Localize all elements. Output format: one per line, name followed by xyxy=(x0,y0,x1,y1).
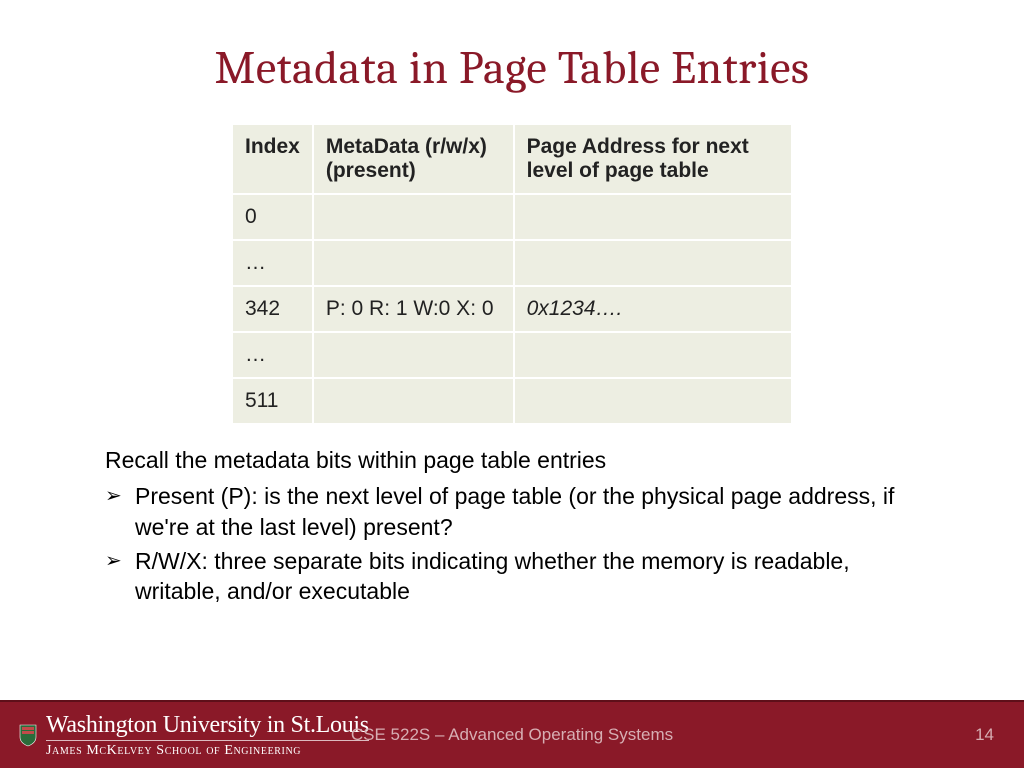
table-row: 511 xyxy=(233,378,791,424)
cell-addr: 0x1234…. xyxy=(514,286,791,332)
table-row: 342 P: 0 R: 1 W:0 X: 0 0x1234…. xyxy=(233,286,791,332)
page-number: 14 xyxy=(975,725,994,745)
bullet-text: R/W/X: three separate bits indicating wh… xyxy=(135,546,905,607)
footer-left: Washington University in St.Louis James … xyxy=(0,713,369,758)
cell-index: … xyxy=(233,332,313,378)
table-row: … xyxy=(233,240,791,286)
cell-addr xyxy=(514,194,791,240)
intro-line: Recall the metadata bits within page tab… xyxy=(105,445,905,475)
university-wordmark: Washington University in St.Louis James … xyxy=(46,713,369,758)
cell-meta xyxy=(313,194,514,240)
col-address: Page Address for next level of page tabl… xyxy=(514,125,791,194)
bullet-item: ➢ Present (P): is the next level of page… xyxy=(105,481,905,542)
cell-meta: P: 0 R: 1 W:0 X: 0 xyxy=(313,286,514,332)
table-header-row: Index MetaData (r/w/x) (present) Page Ad… xyxy=(233,125,791,194)
cell-addr xyxy=(514,332,791,378)
page-table: Index MetaData (r/w/x) (present) Page Ad… xyxy=(233,125,791,425)
cell-addr xyxy=(514,240,791,286)
bullet-item: ➢ R/W/X: three separate bits indicating … xyxy=(105,546,905,607)
cell-meta xyxy=(313,332,514,378)
shield-icon xyxy=(18,723,38,747)
cell-index: 342 xyxy=(233,286,313,332)
cell-index: 511 xyxy=(233,378,313,424)
cell-index: 0 xyxy=(233,194,313,240)
footer: Washington University in St.Louis James … xyxy=(0,700,1024,768)
university-name: Washington University in St.Louis xyxy=(46,713,369,741)
cell-addr xyxy=(514,378,791,424)
chevron-right-icon: ➢ xyxy=(105,546,135,574)
col-index: Index xyxy=(233,125,313,194)
table-row: … xyxy=(233,332,791,378)
table-row: 0 xyxy=(233,194,791,240)
col-metadata: MetaData (r/w/x) (present) xyxy=(313,125,514,194)
cell-meta xyxy=(313,378,514,424)
chevron-right-icon: ➢ xyxy=(105,481,135,509)
cell-index: … xyxy=(233,240,313,286)
school-name: James McKelvey School of Engineering xyxy=(46,744,369,758)
cell-meta xyxy=(313,240,514,286)
body-text: Recall the metadata bits within page tab… xyxy=(105,445,905,607)
slide-title: Metadata in Page Table Entries xyxy=(0,0,1024,95)
bullet-text: Present (P): is the next level of page t… xyxy=(135,481,905,542)
